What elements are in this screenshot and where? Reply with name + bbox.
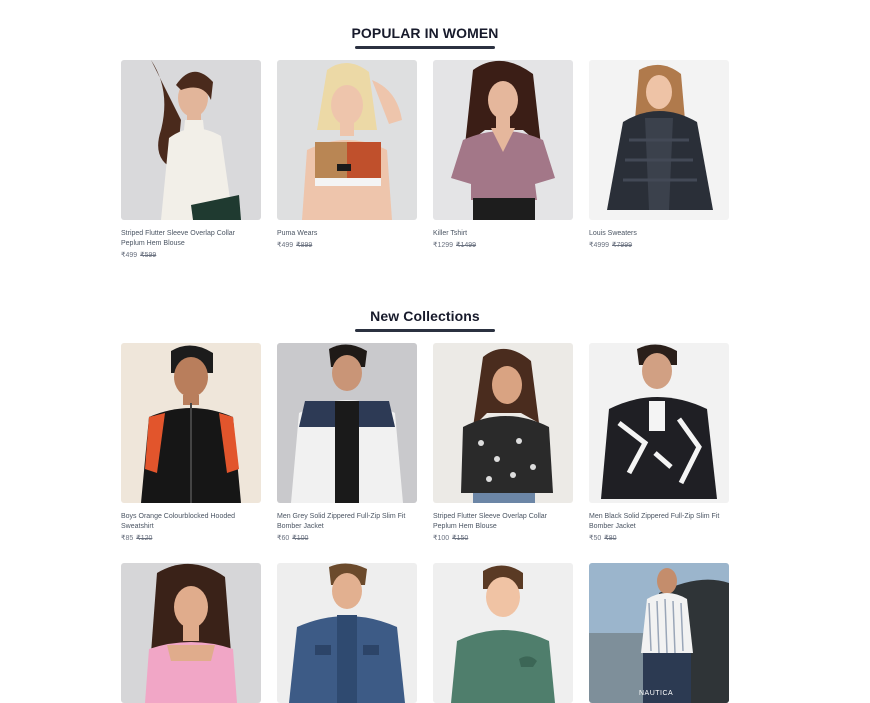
section-title-text: POPULAR IN WOMEN	[351, 25, 499, 41]
woman-pink-top-photo[interactable]	[121, 563, 261, 703]
product-card[interactable]	[277, 563, 417, 703]
product-card[interactable]	[121, 563, 261, 703]
old-price: ₹1499	[456, 242, 477, 249]
man-denim-jacket-photo[interactable]	[277, 563, 417, 703]
product-name[interactable]: Puma Wears	[277, 229, 415, 239]
product-name[interactable]: Striped Flutter Sleeve Overlap Collar Pe…	[433, 512, 571, 532]
product-price: ₹60 ₹100	[277, 534, 417, 542]
current-price: ₹60	[277, 535, 290, 542]
current-price: ₹1299	[433, 242, 454, 249]
current-price: ₹100	[433, 535, 450, 542]
product-card[interactable]: Louis Sweaters ₹4999 ₹7999	[589, 60, 729, 249]
current-price: ₹85	[121, 535, 134, 542]
current-price: ₹499	[277, 242, 294, 249]
woman-fur-jacket-photo[interactable]	[589, 60, 729, 220]
woman-mauve-blouse-photo[interactable]	[433, 60, 573, 220]
product-price: ₹1299 ₹1499	[433, 241, 573, 249]
product-card[interactable]: Men Grey Solid Zippered Full-Zip Slim Fi…	[277, 343, 417, 542]
old-price: ₹100	[292, 535, 309, 542]
product-card[interactable]: Striped Flutter Sleeve Overlap Collar Pe…	[433, 343, 573, 542]
product-name[interactable]: Men Black Solid Zippered Full-Zip Slim F…	[589, 512, 727, 532]
product-card[interactable]: Striped Flutter Sleeve Overlap Collar Pe…	[121, 60, 261, 259]
old-price: ₹599	[140, 252, 157, 259]
product-card[interactable]: Boys Orange Colourblocked Hooded Sweatsh…	[121, 343, 261, 542]
old-price: ₹899	[296, 242, 313, 249]
product-name[interactable]: Louis Sweaters	[589, 229, 727, 239]
product-card[interactable]: NAUTICA	[589, 563, 729, 703]
nautica-logo: NAUTICA	[639, 690, 674, 697]
product-price: ₹100 ₹150	[433, 534, 573, 542]
boy-black-track-jacket-photo[interactable]	[121, 343, 261, 503]
man-puffer-jacket-photo[interactable]	[277, 343, 417, 503]
product-price: ₹499 ₹899	[277, 241, 417, 249]
section-title-new-collections: New Collections	[0, 308, 850, 332]
old-price: ₹80	[604, 535, 617, 542]
product-price: ₹499 ₹599	[121, 251, 261, 259]
title-underline	[355, 46, 495, 49]
product-price: ₹85 ₹120	[121, 534, 261, 542]
product-name[interactable]: Boys Orange Colourblocked Hooded Sweatsh…	[121, 512, 259, 532]
product-price: ₹50 ₹80	[589, 534, 729, 542]
old-price: ₹7999	[612, 242, 633, 249]
current-price: ₹499	[121, 252, 138, 259]
man-printed-bomber-photo[interactable]	[589, 343, 729, 503]
product-card[interactable]: Killer Tshirt ₹1299 ₹1499	[433, 60, 573, 249]
boy-green-sweatshirt-photo[interactable]	[433, 563, 573, 703]
product-card[interactable]: Men Black Solid Zippered Full-Zip Slim F…	[589, 343, 729, 542]
product-card[interactable]: Puma Wears ₹499 ₹899	[277, 60, 417, 249]
woman-sports-top-photo[interactable]	[277, 60, 417, 220]
woman-white-turtleneck-photo[interactable]	[121, 60, 261, 220]
product-price: ₹4999 ₹7999	[589, 241, 729, 249]
man-striped-shirt-car-photo[interactable]: NAUTICA	[589, 563, 729, 703]
product-name[interactable]: Men Grey Solid Zippered Full-Zip Slim Fi…	[277, 512, 415, 532]
section-title-popular: POPULAR IN WOMEN	[0, 25, 850, 49]
current-price: ₹50	[589, 535, 602, 542]
section-title-text: New Collections	[370, 308, 480, 324]
old-price: ₹150	[452, 535, 469, 542]
current-price: ₹4999	[589, 242, 610, 249]
woman-floral-top-photo[interactable]	[433, 343, 573, 503]
product-name[interactable]: Striped Flutter Sleeve Overlap Collar Pe…	[121, 229, 259, 249]
title-underline	[355, 329, 495, 332]
product-name[interactable]: Killer Tshirt	[433, 229, 571, 239]
old-price: ₹120	[136, 535, 153, 542]
product-card[interactable]	[433, 563, 573, 703]
